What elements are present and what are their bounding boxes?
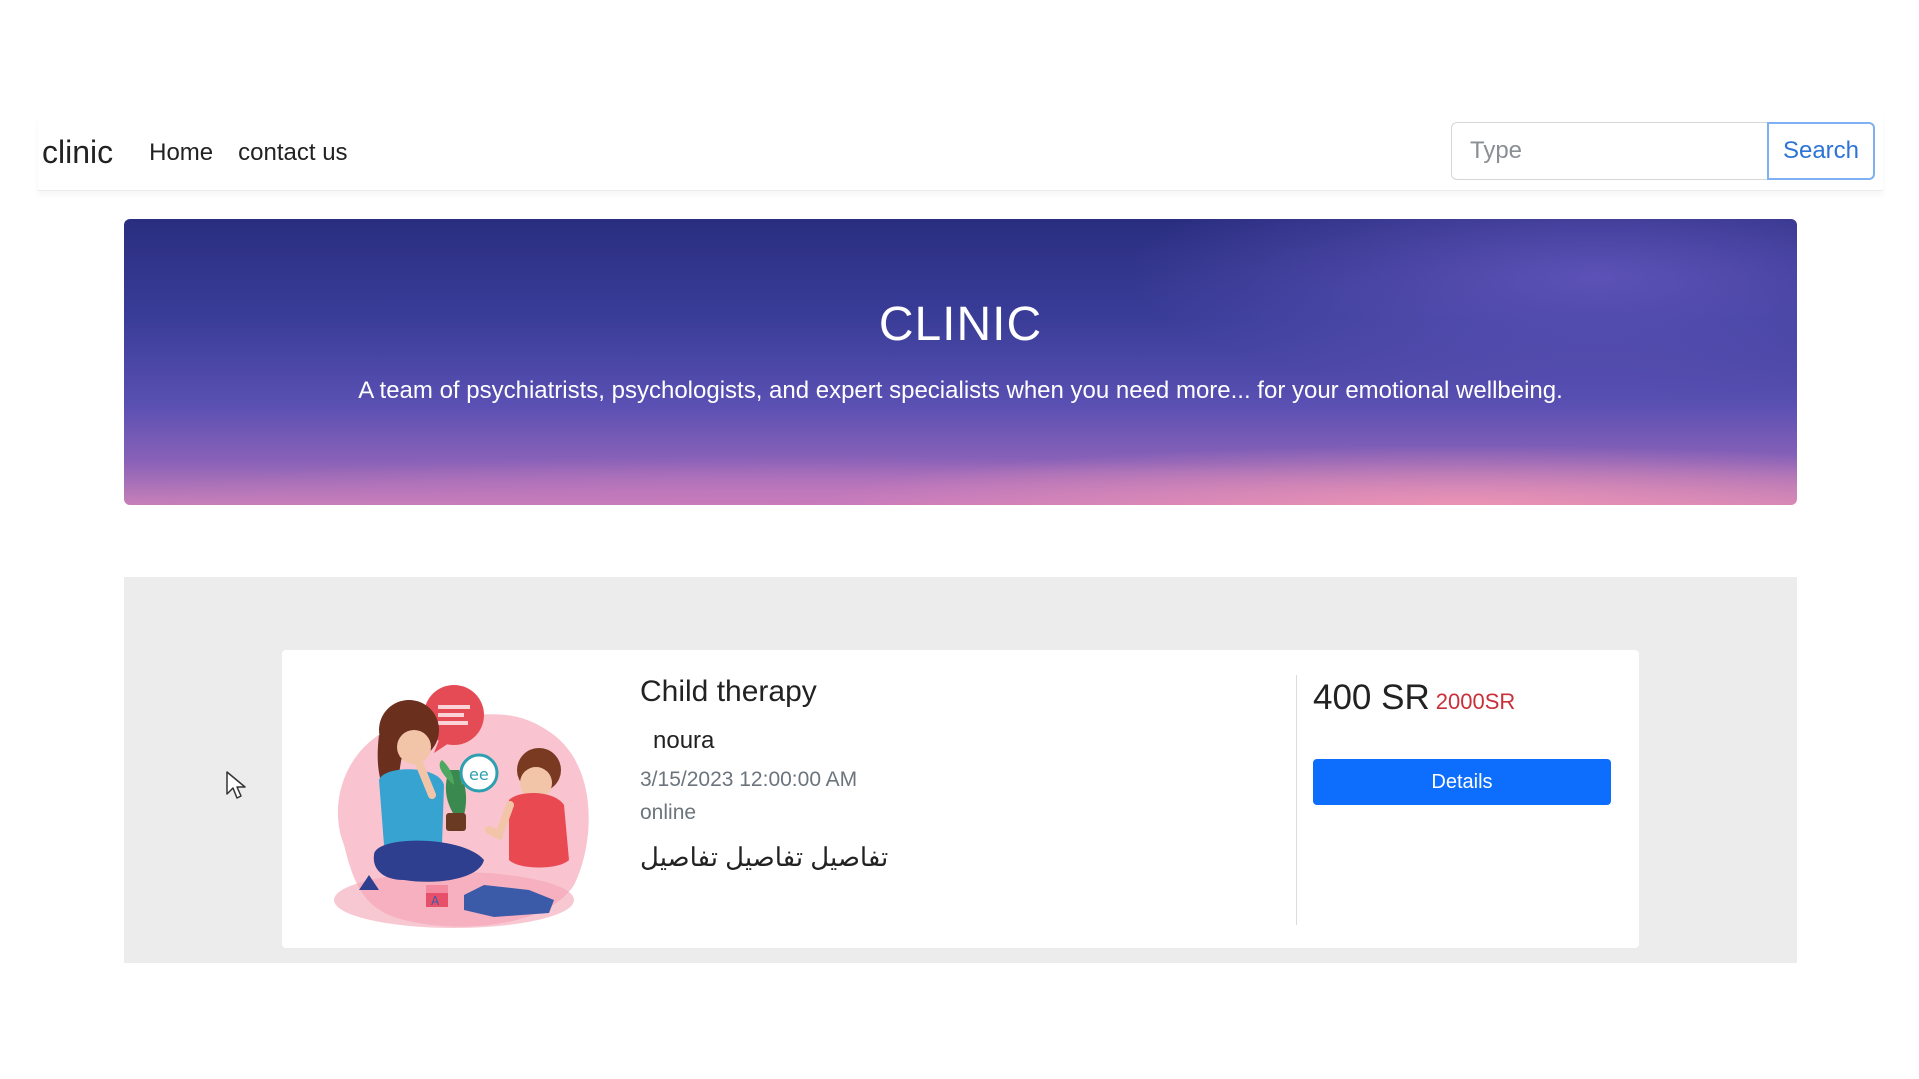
nav-link-contact-us[interactable]: contact us <box>238 139 347 167</box>
price-block: 400 SR 2000SR <box>1313 678 1515 718</box>
navbar: clinic Home contact us Search <box>38 115 1883 191</box>
svg-text:ee: ee <box>469 765 489 784</box>
card-divider <box>1296 675 1297 925</box>
service-description: تفاصيل تفاصيل تفاصيل <box>640 842 889 872</box>
hero-banner: CLINIC A team of psychiatrists, psycholo… <box>124 219 1797 505</box>
search-form: Search <box>1451 122 1875 180</box>
search-button[interactable]: Search <box>1767 122 1875 180</box>
doctor-name: noura <box>653 727 715 754</box>
nav-link-home[interactable]: Home <box>149 139 213 167</box>
mouse-cursor-icon <box>226 771 246 799</box>
old-price: 2000SR <box>1435 689 1516 714</box>
search-input[interactable] <box>1451 122 1767 180</box>
services-section: ee A Child therapy noura 3/15/2023 12:00… <box>124 577 1797 963</box>
brand-link[interactable]: clinic <box>42 134 113 171</box>
current-price: 400 SR <box>1313 678 1430 717</box>
service-card: ee A Child therapy noura 3/15/2023 12:00… <box>282 650 1639 948</box>
child-therapy-illustration: ee A <box>334 685 589 928</box>
svg-text:A: A <box>431 894 440 908</box>
details-button[interactable]: Details <box>1313 759 1611 805</box>
hero-title: CLINIC <box>878 298 1043 351</box>
appointment-date: 3/15/2023 12:00:00 AM <box>640 768 858 791</box>
session-mode: online <box>640 801 697 824</box>
service-title[interactable]: Child therapy <box>640 675 817 709</box>
hero-subtitle: A team of psychiatrists, psychologists, … <box>358 377 1563 404</box>
